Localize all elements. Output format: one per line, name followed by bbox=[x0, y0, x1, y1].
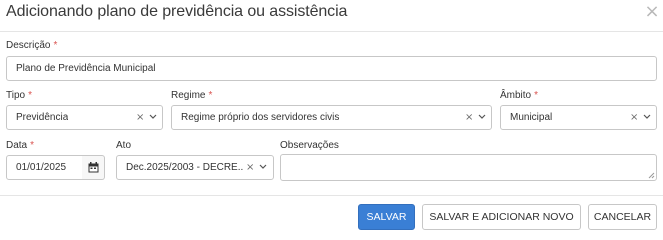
ato-label: Ato bbox=[116, 140, 132, 151]
cancel-button[interactable]: CANCELAR bbox=[588, 204, 657, 230]
descricao-value: Plano de Previdência Municipal bbox=[16, 63, 156, 74]
chevron-down-icon[interactable] bbox=[643, 106, 651, 120]
calendar-icon bbox=[88, 162, 99, 173]
observacoes-label: Observações bbox=[280, 140, 339, 151]
chevron-down-icon[interactable] bbox=[149, 106, 157, 120]
ambito-select[interactable]: Municipal × bbox=[500, 105, 657, 130]
resize-grip-icon[interactable] bbox=[648, 172, 655, 179]
descricao-label: Descrição * bbox=[6, 40, 58, 51]
calendar-button[interactable] bbox=[82, 155, 105, 180]
chevron-down-icon[interactable] bbox=[478, 106, 486, 120]
clear-icon[interactable]: × bbox=[136, 106, 144, 129]
regime-value: Regime próprio dos servidores civis bbox=[181, 112, 340, 123]
save-and-add-new-button[interactable]: SALVAR E ADICIONAR NOVO bbox=[422, 204, 581, 230]
footer-divider bbox=[0, 195, 663, 196]
data-label: Data * bbox=[6, 140, 35, 151]
ato-value: Dec.2025/2003 - DECRE... bbox=[126, 162, 244, 173]
chevron-down-icon[interactable] bbox=[259, 156, 267, 170]
tipo-select[interactable]: Previdência × bbox=[6, 105, 163, 130]
clear-icon[interactable]: × bbox=[630, 106, 638, 129]
header-divider bbox=[0, 31, 663, 32]
tipo-value: Previdência bbox=[16, 112, 69, 123]
ambito-value: Municipal bbox=[510, 112, 553, 123]
ambito-label: Âmbito * bbox=[500, 90, 539, 101]
observacoes-textarea[interactable] bbox=[280, 154, 657, 181]
save-button[interactable]: SALVAR bbox=[358, 204, 415, 230]
clear-icon[interactable]: × bbox=[246, 156, 254, 179]
tipo-label: Tipo * bbox=[6, 90, 32, 101]
data-value: 01/01/2025 bbox=[16, 162, 67, 173]
data-input[interactable]: 01/01/2025 bbox=[6, 155, 83, 180]
close-icon[interactable]: × bbox=[643, 3, 661, 21]
ato-select[interactable]: Dec.2025/2003 - DECRE... × bbox=[116, 155, 274, 180]
clear-icon[interactable]: × bbox=[465, 106, 473, 129]
regime-label: Regime * bbox=[171, 90, 213, 101]
descricao-input[interactable]: Plano de Previdência Municipal bbox=[6, 56, 657, 81]
dialog-title: Adicionando plano de previdência ou assi… bbox=[6, 3, 348, 20]
regime-select[interactable]: Regime próprio dos servidores civis × bbox=[171, 105, 492, 130]
